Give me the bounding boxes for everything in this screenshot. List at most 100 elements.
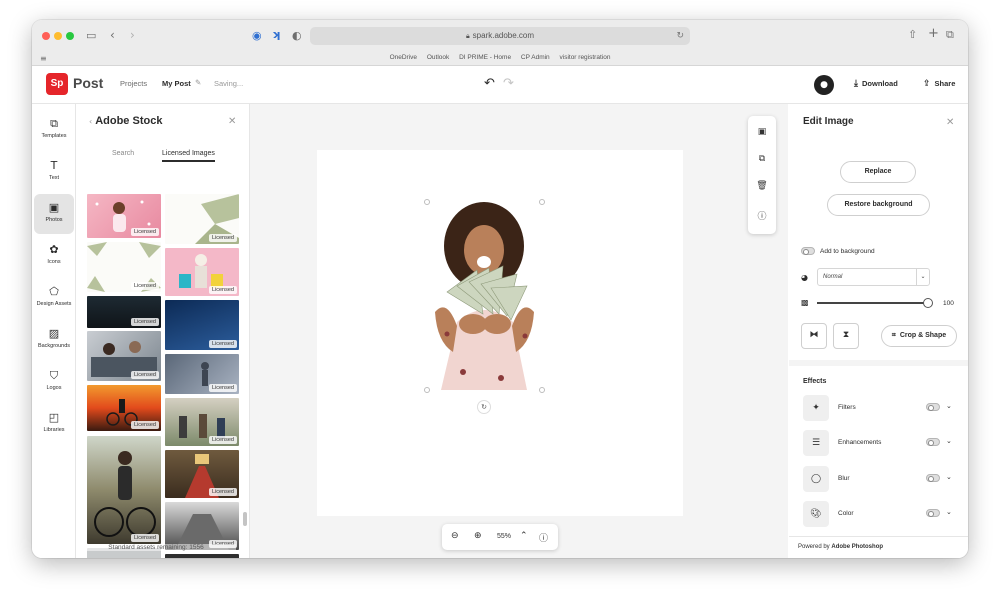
stock-thumbnail-street-people[interactable]: Licensed [165,398,239,446]
enhancements-icon[interactable]: ☰ [803,430,829,456]
tab-licensed-images[interactable]: Licensed Images [162,150,215,162]
zoom-in-icon[interactable]: ⊕ [474,531,482,541]
filters-toggle[interactable] [926,403,940,411]
bookmark-di-prime[interactable]: DI PRIME - Home [459,54,511,61]
filters-icon[interactable]: ✦ [803,395,829,421]
selection-handle[interactable] [539,199,545,205]
share-button[interactable]: ⇪ Share [923,79,955,89]
flip-horizontal-button[interactable]: ⧓ [801,323,827,349]
bookmark-outlook[interactable]: Outlook [427,54,449,61]
minimize-window-button[interactable] [54,32,62,40]
extension-icon[interactable]: ◉ [252,30,262,42]
replace-button[interactable]: Replace [840,161,916,183]
sidebar-toggle-icon[interactable]: ▭ [86,30,96,42]
footer-prefix: Powered by [798,544,830,550]
share-page-icon[interactable]: ⇧ [908,29,917,41]
panel-scrollbar[interactable] [243,512,247,526]
stock-thumbnail-money-corner[interactable]: Licensed [165,194,239,244]
add-to-background-toggle[interactable] [801,247,815,255]
tabs-overview-icon[interactable]: ⧉ [946,29,954,41]
stock-thumbnail-bottom-right[interactable] [165,554,239,558]
flip-vertical-button[interactable]: ⧗ [833,323,859,349]
breadcrumb-current[interactable]: My Post [162,79,191,88]
rail-item-icons[interactable]: ✿ Icons [34,236,74,276]
stock-thumbnail-stairwell[interactable]: Licensed [165,502,239,550]
rail-item-design-assets[interactable]: ⬠ Design Assets [34,278,74,318]
close-window-button[interactable] [42,32,50,40]
delete-icon[interactable]: 🗑︎ [748,181,776,191]
download-button[interactable]: ⤓ Download [854,79,898,89]
stock-thumbnail-shopping-woman[interactable]: Licensed [165,248,239,296]
extension-k-icon[interactable]: ʞ [272,29,280,41]
spark-logo[interactable]: Sp [46,73,68,95]
rename-pencil-icon[interactable]: ✎ [195,78,201,87]
tab-search[interactable]: Search [112,150,134,157]
zoom-window-button[interactable] [66,32,74,40]
selection-handle[interactable] [424,387,430,393]
new-tab-icon[interactable]: + [928,27,939,40]
replace-image-icon[interactable]: ▣ [748,127,776,137]
forward-icon[interactable]: › [130,29,135,41]
blur-icon[interactable]: ◯ [803,466,829,492]
opacity-slider-track[interactable] [817,302,928,304]
chevron-down-icon[interactable]: ⌄ [946,402,952,410]
artboard[interactable]: ↻ [317,150,683,516]
stock-thumbnail-sunset-cyclist[interactable]: Licensed [87,385,161,431]
stock-thumbnail-dark-graphic[interactable]: Licensed [87,296,161,328]
opacity-value[interactable]: 100 [943,300,954,307]
chevron-down-icon[interactable]: ⌄ [946,508,952,516]
effect-label-enhancements: Enhancements [838,439,882,446]
duplicate-icon[interactable]: ⧉ [748,154,776,164]
info-icon[interactable]: ⓘ [748,209,776,222]
selection-handle[interactable] [539,387,545,393]
rail-item-logos[interactable]: ⛉ Logos [34,362,74,402]
bookmark-visitor-registration[interactable]: visitor registration [560,54,611,61]
redo-icon[interactable]: ↷ [503,76,514,91]
rotate-handle-icon[interactable]: ↻ [477,400,491,414]
stock-thumbnail-office-people[interactable]: Licensed [87,331,161,381]
privacy-shield-icon[interactable]: ◐ [292,30,302,42]
stock-thumbnail-party-woman[interactable]: Licensed [87,194,161,238]
close-icon[interactable]: ✕ [228,116,236,127]
rail-item-label: Icons [47,259,61,265]
user-avatar[interactable]: ● [814,75,834,95]
bookmark-onedrive[interactable]: OneDrive [390,54,417,61]
selected-photo[interactable] [427,202,542,390]
close-icon[interactable]: ✕ [946,117,954,128]
back-chevron-icon[interactable]: ‹ [89,117,92,126]
rail-item-backgrounds[interactable]: ▨ Backgrounds [34,320,74,360]
zoom-level[interactable]: 55% [497,533,511,540]
crop-shape-button[interactable]: ⌗ Crop & Shape [881,325,957,347]
rail-item-templates[interactable]: ⧉ Templates [34,110,74,150]
stock-thumbnail-foggy-figure[interactable]: Licensed [165,354,239,394]
chevron-down-icon[interactable]: ⌄ [946,437,952,445]
restore-background-button[interactable]: Restore background [827,194,930,216]
powered-by-footer: Powered by Adobe Photoshop [789,536,968,558]
enhancements-toggle[interactable] [926,438,940,446]
stock-thumbnail-blue-sky[interactable]: Licensed [165,300,239,350]
rail-item-libraries[interactable]: ◰ Libraries [34,404,74,444]
bookmark-cp-admin[interactable]: CP Admin [521,54,550,61]
chevron-down-icon[interactable]: ⌄ [946,473,952,481]
chevron-up-icon[interactable]: ⌃ [520,531,528,541]
zoom-out-icon[interactable]: ⊖ [451,531,459,541]
back-icon[interactable]: ‹ [110,29,115,41]
undo-icon[interactable]: ↶ [484,76,495,91]
color-icon[interactable]: 🎨︎ [803,501,829,527]
breadcrumb-projects[interactable]: Projects [120,79,147,88]
opacity-slider-handle[interactable] [923,298,933,308]
address-bar[interactable]: 🔒︎ spark.adobe.com ↻ [310,27,690,45]
share-label: Share [934,79,956,88]
zoom-info-icon[interactable]: ⓘ [539,531,548,544]
licensed-badge: Licensed [208,384,237,392]
stock-thumbnail-hall-stairs[interactable]: Licensed [165,450,239,498]
reload-icon[interactable]: ↻ [676,27,684,45]
rail-item-photos[interactable]: ▣ Photos [34,194,74,234]
stock-thumbnail-money-frame[interactable]: Licensed [87,242,161,292]
rail-item-text[interactable]: T Text [34,152,74,192]
color-toggle[interactable] [926,509,940,517]
blend-mode-select[interactable]: Normal ⌄ [817,268,930,286]
blur-toggle[interactable] [926,474,940,482]
selection-handle[interactable] [424,199,430,205]
stock-thumbnail-woman-bicycle[interactable]: Licensed [87,436,161,544]
